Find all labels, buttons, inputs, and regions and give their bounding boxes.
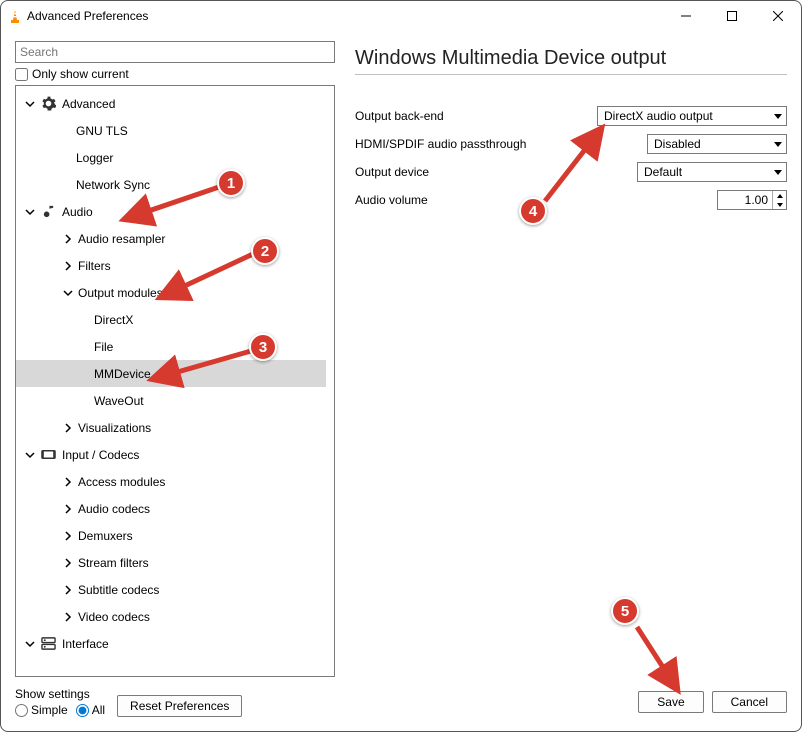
only-show-current-label: Only show current [32, 67, 129, 81]
vlc-cone-icon [9, 10, 21, 22]
tree-item-label: Access modules [78, 475, 165, 489]
maximize-button[interactable] [709, 1, 755, 31]
panel-title: Windows Multimedia Device output [355, 47, 787, 70]
tree-item-label: Stream filters [78, 556, 149, 570]
tree-item-output-modules[interactable]: Output modules [16, 279, 326, 306]
tree-scroll[interactable]: Advanced GNU TLS Logger Network Sync Audio Au… [16, 86, 326, 676]
audio-icon [40, 204, 56, 220]
tree-item-audio-codecs[interactable]: Audio codecs [16, 495, 326, 522]
chevron-right-icon[interactable] [60, 477, 76, 487]
cancel-button[interactable]: Cancel [712, 691, 787, 713]
tree-item-label: Advanced [62, 97, 115, 111]
tree-item-label: WaveOut [94, 394, 144, 408]
output-device-value: Default [644, 165, 682, 179]
chevron-down-icon[interactable] [22, 639, 38, 649]
tree-item-label: Audio resampler [78, 232, 165, 246]
titlebar: Advanced Preferences [1, 1, 801, 31]
tree-item-label: Visualizations [78, 421, 151, 435]
tree-item-directx[interactable]: DirectX [16, 306, 326, 333]
tree-item-subtitle-codecs[interactable]: Subtitle codecs [16, 576, 326, 603]
chevron-right-icon[interactable] [60, 261, 76, 271]
tree-item-label: Logger [76, 151, 113, 165]
show-settings-simple-radio[interactable] [15, 704, 28, 717]
window-title: Advanced Preferences [27, 9, 148, 23]
tree-item-label: File [94, 340, 113, 354]
tree-item-advanced[interactable]: Advanced [16, 90, 326, 117]
chevron-right-icon[interactable] [60, 504, 76, 514]
tree-item-audio-resampler[interactable]: Audio resampler [16, 225, 326, 252]
tree-item-stream-filters[interactable]: Stream filters [16, 549, 326, 576]
tree-item-network-sync[interactable]: Network Sync [16, 171, 326, 198]
interface-icon [40, 636, 56, 652]
show-settings-simple[interactable]: Simple [15, 703, 68, 717]
audio-volume-label: Audio volume [355, 193, 545, 207]
chevron-down-icon[interactable] [22, 99, 38, 109]
only-show-current-row[interactable]: Only show current [15, 67, 335, 81]
passthrough-value: Disabled [654, 137, 701, 151]
tree-item-file[interactable]: File [16, 333, 326, 360]
tree-item-label: Audio [62, 205, 93, 219]
search-input[interactable] [15, 41, 335, 63]
output-backend-label: Output back-end [355, 109, 545, 123]
output-device-combo[interactable]: Default [637, 162, 787, 182]
show-settings-all-radio[interactable] [76, 704, 89, 717]
chevron-right-icon[interactable] [60, 423, 76, 433]
tree-item-label: Output modules [78, 286, 163, 300]
spin-up-button[interactable] [773, 191, 786, 200]
tree-item-label: Input / Codecs [62, 448, 139, 462]
output-backend-value: DirectX audio output [604, 109, 713, 123]
chevron-down-icon[interactable] [22, 450, 38, 460]
chevron-right-icon[interactable] [60, 234, 76, 244]
chevron-down-icon[interactable] [60, 288, 76, 298]
tree-item-gnu-tls[interactable]: GNU TLS [16, 117, 326, 144]
preferences-tree: Advanced GNU TLS Logger Network Sync Audio Au… [15, 85, 335, 677]
tree-item-label: Demuxers [78, 529, 133, 543]
show-settings-label: Show settings [15, 687, 105, 701]
save-button[interactable]: Save [638, 691, 703, 713]
tree-item-label: DirectX [94, 313, 133, 327]
reset-preferences-button[interactable]: Reset Preferences [117, 695, 242, 717]
chevron-right-icon[interactable] [60, 531, 76, 541]
tree-item-logger[interactable]: Logger [16, 144, 326, 171]
tree-item-input-codecs[interactable]: Input / Codecs [16, 441, 326, 468]
tree-item-demuxers[interactable]: Demuxers [16, 522, 326, 549]
audio-volume-spinner[interactable]: 1.00 [717, 190, 787, 210]
chevron-down-icon[interactable] [22, 207, 38, 217]
spin-down-button[interactable] [773, 200, 786, 209]
chevron-right-icon[interactable] [60, 585, 76, 595]
show-settings-all[interactable]: All [76, 703, 105, 717]
tree-item-label: Video codecs [78, 610, 150, 624]
gear-icon [40, 96, 56, 112]
tree-item-interface[interactable]: Interface [16, 630, 326, 657]
codec-icon [40, 447, 56, 463]
chevron-right-icon[interactable] [60, 612, 76, 622]
tree-item-label: Filters [78, 259, 111, 273]
tree-item-label: Interface [62, 637, 109, 651]
output-backend-combo[interactable]: DirectX audio output [597, 106, 787, 126]
passthrough-combo[interactable]: Disabled [647, 134, 787, 154]
tree-item-label: GNU TLS [76, 124, 128, 138]
audio-volume-value: 1.00 [718, 191, 772, 209]
tree-item-waveout[interactable]: WaveOut [16, 387, 326, 414]
tree-item-filters[interactable]: Filters [16, 252, 326, 279]
output-device-label: Output device [355, 165, 545, 179]
tree-item-label: MMDevice [94, 367, 151, 381]
tree-item-audio[interactable]: Audio [16, 198, 326, 225]
caret-down-icon [774, 114, 782, 119]
caret-down-icon [774, 170, 782, 175]
tree-item-video-codecs[interactable]: Video codecs [16, 603, 326, 630]
tree-item-visualizations[interactable]: Visualizations [16, 414, 326, 441]
tree-item-access-modules[interactable]: Access modules [16, 468, 326, 495]
close-button[interactable] [755, 1, 801, 31]
only-show-current-checkbox[interactable] [15, 68, 28, 81]
passthrough-label: HDMI/SPDIF audio passthrough [355, 137, 545, 151]
chevron-right-icon[interactable] [60, 558, 76, 568]
panel-separator [355, 74, 787, 75]
tree-item-label: Subtitle codecs [78, 583, 159, 597]
caret-down-icon [774, 142, 782, 147]
tree-item-label: Network Sync [76, 178, 150, 192]
tree-item-mmdevice[interactable]: MMDevice [16, 360, 326, 387]
minimize-button[interactable] [663, 1, 709, 31]
tree-item-label: Audio codecs [78, 502, 150, 516]
